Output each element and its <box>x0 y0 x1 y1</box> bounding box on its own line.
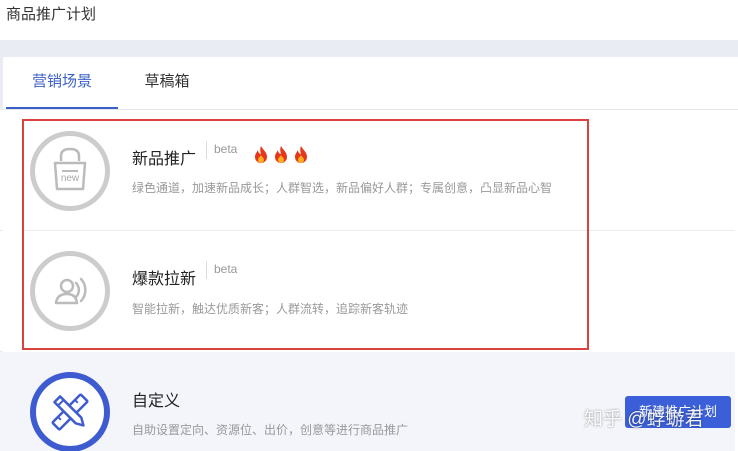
new-icon-text: new <box>60 173 80 184</box>
active-tab-indicator <box>6 107 118 109</box>
beta-badge: beta <box>214 262 238 276</box>
create-plan-button[interactable]: 新建推广计划 <box>625 396 731 428</box>
flame-icon <box>255 146 267 163</box>
page-title: 商品推广计划 <box>6 6 97 23</box>
scene-card-bestseller[interactable]: 爆款拉新 beta 智能拉新，触达优质新客；人群流转，追踪新客轨迹 <box>0 231 735 351</box>
scene-card-new-product[interactable]: new 新品推广 beta 绿色通道，加速新品成长；人群智选，新品偏好人群；专属… <box>0 110 735 230</box>
beta-badge: beta <box>214 142 238 156</box>
pencil-ruler-icon <box>30 372 110 451</box>
flame-icon <box>275 146 287 163</box>
tab-drafts[interactable]: 草稿箱 <box>118 57 216 110</box>
tab-bar: 营销场景 草稿箱 <box>3 57 738 110</box>
flame-icon <box>295 146 307 163</box>
scene-description: 自助设置定向、资源位、出价，创意等进行商品推广 <box>132 423 409 437</box>
user-signal-icon <box>30 251 110 331</box>
badge-divider <box>206 141 207 159</box>
hot-rating <box>251 145 311 165</box>
scene-description: 绿色通道，加速新品成长；人群智选，新品偏好人群；专属创意，凸显新品心智 <box>132 181 553 195</box>
scene-title: 爆款拉新 <box>132 271 197 288</box>
tab-marketing-scenes[interactable]: 营销场景 <box>6 57 118 110</box>
scene-title: 新品推广 <box>132 151 197 168</box>
scene-description: 智能拉新，触达优质新客；人群流转，追踪新客轨迹 <box>132 302 409 316</box>
new-shopping-bag-icon: new <box>30 131 110 211</box>
page-header: 商品推广计划 <box>0 0 738 40</box>
badge-divider <box>206 261 207 279</box>
scene-title: 自定义 <box>132 393 181 410</box>
